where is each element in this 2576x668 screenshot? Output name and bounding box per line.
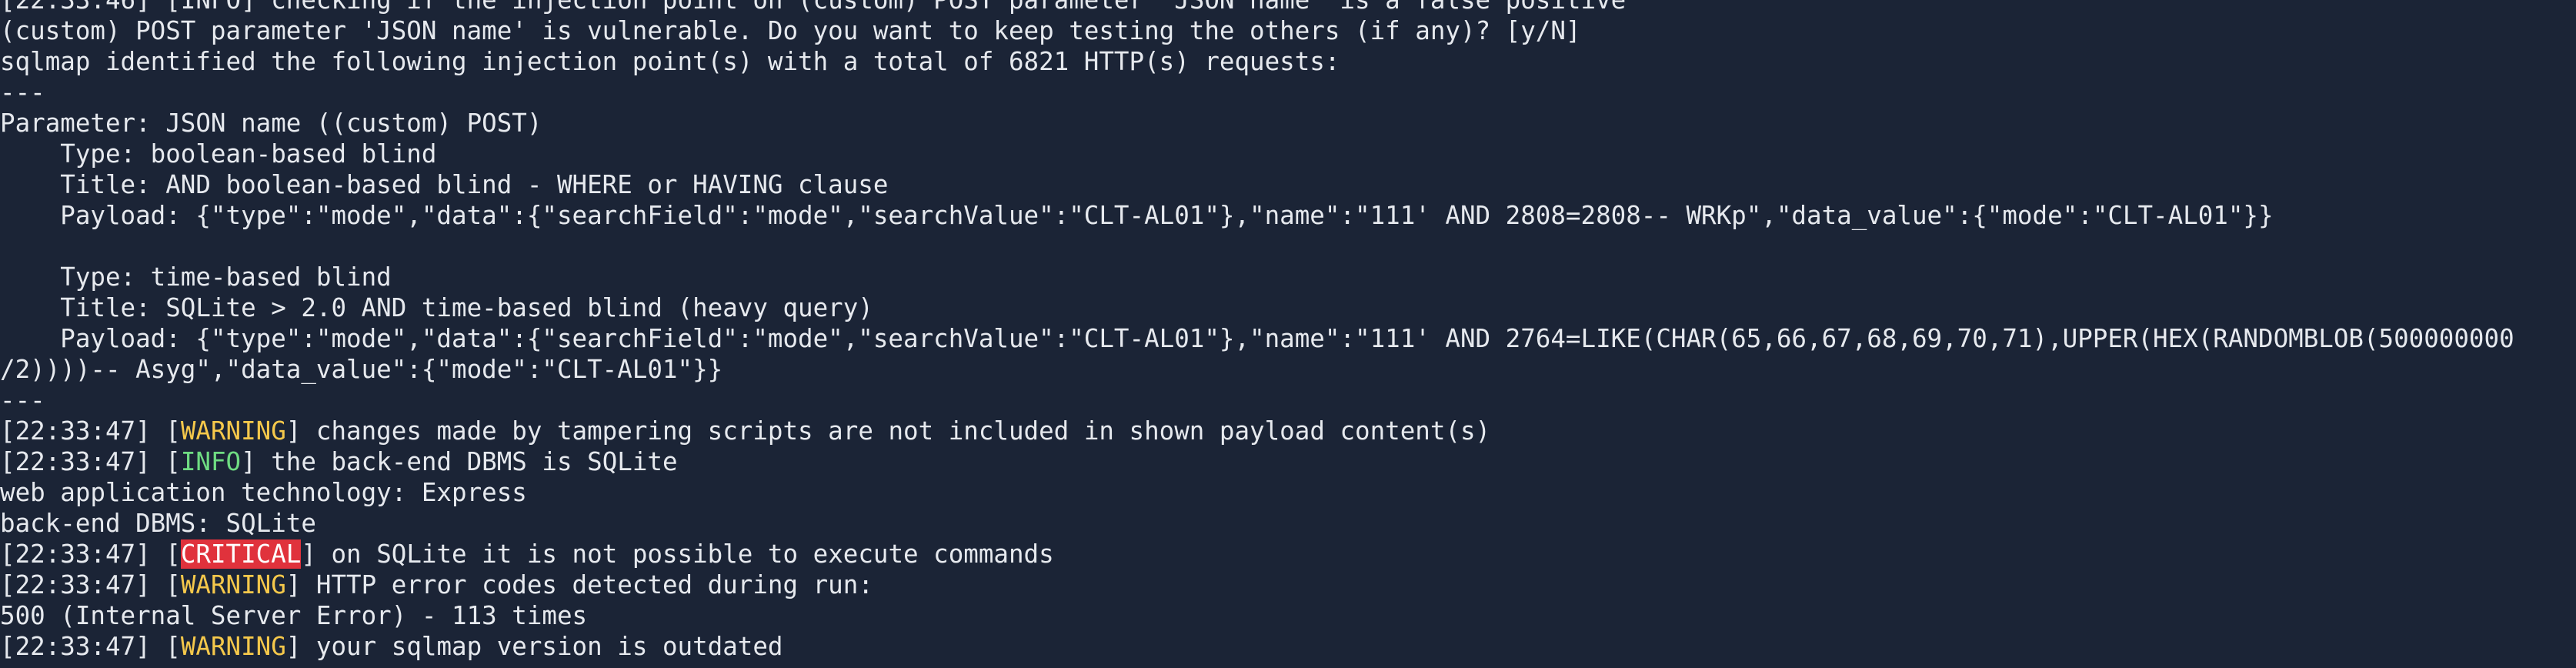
- log-timestamp: [22:33:47] [: [0, 416, 181, 446]
- output-line: /2))))-- Asyg","data_value":{"mode":"CLT…: [0, 355, 723, 384]
- log-timestamp: [22:33:47] [: [0, 570, 181, 600]
- output-line: Title: SQLite > 2.0 AND time-based blind…: [0, 293, 873, 322]
- output-line: 500 (Internal Server Error) - 113 times: [0, 601, 588, 630]
- output-line: ---: [0, 78, 45, 107]
- output-line: (custom) POST parameter 'JSON name' is v…: [0, 16, 1581, 45]
- warning-tag: WARNING: [180, 570, 286, 600]
- warning-tag: WARNING: [180, 416, 286, 446]
- output-line: web application technology: Express: [0, 478, 527, 507]
- output-line: Type: boolean-based blind: [0, 139, 437, 169]
- log-message: ] HTTP error codes detected during run:: [285, 570, 873, 600]
- terminal-output: [22:33:46] [INFO] checking if the inject…: [0, 0, 2514, 662]
- output-line: Parameter: JSON name ((custom) POST): [0, 109, 542, 138]
- log-line-warning: [22:33:47] [WARNING] HTTP error codes de…: [0, 569, 2514, 600]
- log-line-info: [22:33:47] [INFO] the back-end DBMS is S…: [0, 446, 2514, 477]
- warning-tag: WARNING: [180, 632, 286, 661]
- output-line: ---: [0, 386, 45, 415]
- output-line: [22:33:46] [INFO] checking if the inject…: [0, 0, 1627, 15]
- output-line: Title: AND boolean-based blind - WHERE o…: [0, 170, 889, 199]
- output-line: back-end DBMS: SQLite: [0, 509, 316, 538]
- log-message: ] your sqlmap version is outdated: [285, 632, 783, 661]
- log-line-warning: [22:33:47] [WARNING] changes made by tam…: [0, 416, 2514, 446]
- log-message: ] changes made by tampering scripts are …: [285, 416, 1491, 446]
- log-message: ] the back-end DBMS is SQLite: [241, 447, 678, 476]
- log-timestamp: [22:33:47] [: [0, 632, 181, 661]
- terminal-window[interactable]: [22:33:46] [INFO] checking if the inject…: [0, 0, 2576, 668]
- info-tag: INFO: [180, 447, 242, 476]
- log-timestamp: [22:33:47] [: [0, 447, 181, 476]
- output-line: Type: time-based blind: [0, 262, 392, 292]
- log-timestamp: [22:33:47] [: [0, 539, 181, 569]
- log-line-critical: [22:33:47] [CRITICAL] on SQLite it is no…: [0, 539, 2514, 569]
- output-line: Payload: {"type":"mode","data":{"searchF…: [0, 324, 2514, 353]
- log-line-warning: [22:33:47] [WARNING] your sqlmap version…: [0, 631, 2514, 662]
- output-line: sqlmap identified the following injectio…: [0, 47, 1340, 76]
- output-line: Payload: {"type":"mode","data":{"searchF…: [0, 201, 2274, 230]
- critical-tag: CRITICAL: [180, 539, 302, 569]
- log-message: ] on SQLite it is not possible to execut…: [301, 539, 1054, 569]
